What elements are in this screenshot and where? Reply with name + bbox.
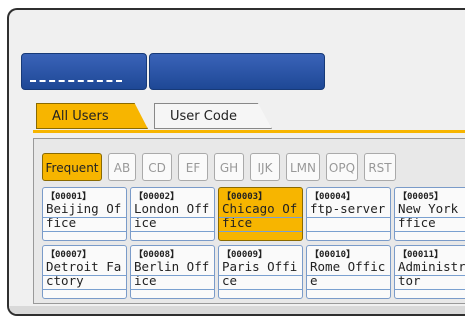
entry-name-line1: Detroit Fa <box>46 259 122 274</box>
entry-underline <box>43 217 126 218</box>
index-tab-rst[interactable]: RST <box>364 153 396 181</box>
user-entry-button[interactable]: 【00009】 Paris Offi ce <box>218 245 303 299</box>
entry-name-line1: New York <box>398 201 459 216</box>
entry-name: Detroit Fa ctory <box>46 260 121 288</box>
user-entry-button[interactable]: 【00004】 ftp-server <box>306 187 391 241</box>
entry-underline <box>395 231 465 232</box>
entry-underline <box>307 289 390 290</box>
entry-underline <box>219 217 302 218</box>
user-entry-button[interactable]: 【00003】 Chicago Of fice <box>218 187 303 241</box>
placeholder-dashes <box>30 80 122 82</box>
entry-name-line1: London Off <box>134 201 210 216</box>
entry-underline <box>395 289 465 290</box>
entry-name-line1: ftp-server <box>310 201 386 216</box>
entry-underline <box>131 231 214 232</box>
top-button-1[interactable] <box>21 53 147 90</box>
tab-user-code[interactable]: User Code <box>154 103 272 129</box>
user-list-frame: Frequent AB CD EF GH IJK LMN OPQ RST 【00001】 Beij… <box>33 138 465 304</box>
index-tab-gh[interactable]: GH <box>214 153 244 181</box>
entry-name: Paris Offi ce <box>222 260 297 288</box>
entry-name: Rome Offic e <box>310 260 385 288</box>
tab-underline <box>33 130 465 133</box>
user-entry-button[interactable]: 【00007】 Detroit Fa ctory <box>42 245 127 299</box>
entry-name: New York ffice <box>398 202 458 230</box>
index-tab-opq[interactable]: OPQ <box>326 153 358 181</box>
entry-name-line1: Beijing Of <box>46 201 122 216</box>
entry-name-line1: Rome Offic <box>310 259 386 274</box>
user-entry-button[interactable]: 【00011】 Administr tor <box>394 245 465 299</box>
address-book-panel: All Users User Code Frequent AB CD EF GH IJK L… <box>7 8 465 316</box>
index-tab-lmn[interactable]: LMN <box>286 153 320 181</box>
user-entry-button[interactable]: 【00001】 Beijing Of fice <box>42 187 127 241</box>
entry-name: London Off ice <box>134 202 209 230</box>
bottom-bar <box>9 306 465 314</box>
entry-underline <box>43 289 126 290</box>
entry-name: Chicago Of fice <box>222 202 297 230</box>
entry-name-line1: Chicago Of <box>222 201 298 216</box>
tab-all-users[interactable]: All Users <box>36 103 148 129</box>
user-entry-button[interactable]: 【00010】 Rome Offic e <box>306 245 391 299</box>
entry-name: Administr tor <box>398 260 465 288</box>
entry-underline <box>395 217 465 218</box>
index-tab-ab[interactable]: AB <box>108 153 136 181</box>
entry-underline <box>131 289 214 290</box>
top-button-2[interactable] <box>149 53 325 90</box>
entry-underline <box>219 289 302 290</box>
user-entry-button[interactable]: 【00008】 Berlin Off ice <box>130 245 215 299</box>
entry-name-line1: Paris Offi <box>222 259 298 274</box>
entry-underline <box>307 231 390 232</box>
entry-underline <box>219 275 302 276</box>
user-entry-button[interactable]: 【00005】 New York ffice <box>394 187 465 241</box>
index-tab-frequent[interactable]: Frequent <box>42 153 102 181</box>
index-tab-cd[interactable]: CD <box>142 153 172 181</box>
entry-underline <box>131 275 214 276</box>
index-tab-ef[interactable]: EF <box>178 153 208 181</box>
index-tab-ijk[interactable]: IJK <box>250 153 280 181</box>
entry-underline <box>131 217 214 218</box>
entry-name: ftp-server <box>310 202 385 216</box>
entry-name: Berlin Off ice <box>134 260 209 288</box>
entry-underline <box>395 275 465 276</box>
entry-underline <box>307 275 390 276</box>
entry-name-line1: Administr <box>398 259 465 274</box>
entry-underline <box>43 275 126 276</box>
entry-name-line1: Berlin Off <box>134 259 210 274</box>
entry-underline <box>219 231 302 232</box>
entry-underline <box>43 231 126 232</box>
entry-underline <box>307 217 390 218</box>
user-entry-button[interactable]: 【00002】 London Off ice <box>130 187 215 241</box>
entry-name: Beijing Of fice <box>46 202 121 230</box>
